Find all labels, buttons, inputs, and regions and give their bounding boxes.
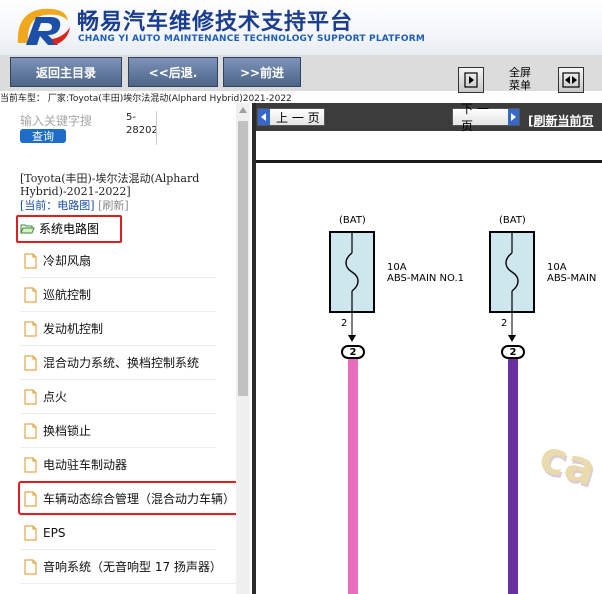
refresh-page-link[interactable]: [刷新当前页 xyxy=(528,112,594,129)
fuse-box-2[interactable] xyxy=(489,231,535,313)
tree-item[interactable]: 冷却风扇 xyxy=(20,244,216,278)
folder-open-icon xyxy=(20,224,35,233)
bat-label-2: (BAT) xyxy=(499,215,526,226)
tree-item-label: 冷却风扇 xyxy=(43,254,92,268)
expand-panel-icon xyxy=(562,72,580,88)
search-button[interactable]: 查询 xyxy=(20,129,66,143)
fullscreen-label-line1: 全屏 xyxy=(509,66,531,79)
scroll-thumb[interactable] xyxy=(238,121,248,396)
tree-item[interactable]: 巡航控制 xyxy=(20,278,216,312)
connector-1[interactable]: 2 xyxy=(341,345,365,359)
prev-page-label: 上 一 页 xyxy=(276,110,320,125)
document-icon xyxy=(24,388,37,405)
tree-item[interactable]: 发动机控制 xyxy=(20,312,216,346)
next-page-label: 下 一 页 xyxy=(461,102,489,133)
pin-label-2: 2 xyxy=(501,318,508,329)
scroll-up-icon[interactable] xyxy=(236,103,250,117)
tree-item[interactable]: 音响系统（无音响型 17 扬声器） xyxy=(20,550,236,584)
forward-button[interactable]: >>前进 xyxy=(223,57,301,87)
main-menu-button[interactable]: 返回主目录 xyxy=(10,57,122,87)
fuse-2-amp: 10A xyxy=(547,262,567,273)
back-button[interactable]: <<后退. xyxy=(128,57,218,87)
next-page-button[interactable]: 下 一 页 xyxy=(452,102,520,133)
fuse-symbol-icon xyxy=(505,233,519,311)
fullscreen-menu-label[interactable]: 全屏 菜单 xyxy=(500,66,540,92)
tree-item-label: 电动驻车制动器 xyxy=(43,458,128,472)
wire-1 xyxy=(348,359,358,594)
tree-item-label: 音响系统（无音响型 17 扬声器） xyxy=(43,560,222,574)
collapse-panel-button[interactable] xyxy=(458,67,484,93)
tree-item-label: 换档锁止 xyxy=(43,424,92,438)
tree-item-label: 巡航控制 xyxy=(43,288,92,302)
collapse-panel-icon xyxy=(464,72,478,88)
expand-panel-button[interactable] xyxy=(558,67,584,93)
tree-item-label: 点火 xyxy=(43,390,68,404)
fuse-2-label: 10A ABS-MAIN xyxy=(547,262,596,284)
fuse-1-name: ABS-MAIN NO.1 xyxy=(387,273,465,284)
tree-item-label: 混合动力系统、换档控制系统 xyxy=(43,356,200,370)
vehicle-path: [Toyota(丰田)-埃尔法混动(Alphard Hybrid)-2021-2… xyxy=(20,172,200,198)
prev-page-button[interactable]: 上 一 页 xyxy=(257,108,325,126)
tree-root-label: 系统电路图 xyxy=(39,221,100,236)
document-icon xyxy=(24,456,37,473)
diagram-pane xyxy=(256,103,602,594)
bat-label-1: (BAT) xyxy=(339,215,366,226)
arrow-left-icon xyxy=(258,109,270,125)
document-icon xyxy=(24,286,37,303)
document-icon xyxy=(24,558,37,575)
document-icon xyxy=(24,252,37,269)
logo-icon xyxy=(17,8,70,45)
arrow-right-icon xyxy=(507,109,519,125)
tree-item[interactable]: EPS xyxy=(20,516,216,550)
tree-item-label: EPS xyxy=(43,525,66,540)
refresh-link[interactable]: [刷新] xyxy=(98,199,129,212)
tree-root-item[interactable]: 系统电路图 xyxy=(20,218,99,238)
left-scrollbar[interactable] xyxy=(236,103,250,594)
tree-item[interactable]: 混合动力系统、换档控制系统 xyxy=(20,346,216,380)
diagram-top-rule xyxy=(256,160,602,163)
fuse-box-1[interactable] xyxy=(329,231,375,313)
document-icon xyxy=(24,354,37,371)
fuse-1-label: 10A ABS-MAIN NO.1 xyxy=(387,262,464,284)
wire-2 xyxy=(508,359,518,594)
document-icon xyxy=(24,320,37,337)
vehicle-code: 5- 28202 xyxy=(126,112,158,136)
search-input[interactable] xyxy=(20,113,116,129)
current-label: [当前：电路图] xyxy=(20,199,95,212)
document-icon xyxy=(24,524,37,541)
tree-item[interactable]: 点火 xyxy=(20,380,216,414)
brand-title: 畅易汽车维修技术支持平台 xyxy=(77,10,354,35)
header: 畅易汽车维修技术支持平台 CHANG YI AUTO MAINTENANCE T… xyxy=(0,0,602,55)
brand-subtitle: CHANG YI AUTO MAINTENANCE TECHNOLOGY SUP… xyxy=(78,34,426,44)
tree-item[interactable]: 电动驻车制动器 xyxy=(20,448,216,482)
tree-item-label: 发动机控制 xyxy=(43,322,104,336)
document-icon xyxy=(24,422,37,439)
fuse-2-name: ABS-MAIN xyxy=(547,273,597,284)
code-divider xyxy=(156,111,157,145)
connector-2[interactable]: 2 xyxy=(501,345,525,359)
fuse-1-amp: 10A xyxy=(387,262,407,273)
fullscreen-label-line2: 菜单 xyxy=(509,79,531,92)
fuse-symbol-icon xyxy=(345,233,359,311)
pin-label-1: 2 xyxy=(341,318,348,329)
current-location: [当前：电路图] [刷新] xyxy=(20,197,129,213)
selection-highlight xyxy=(18,481,245,515)
tree-item[interactable]: 换档锁止 xyxy=(20,414,216,448)
